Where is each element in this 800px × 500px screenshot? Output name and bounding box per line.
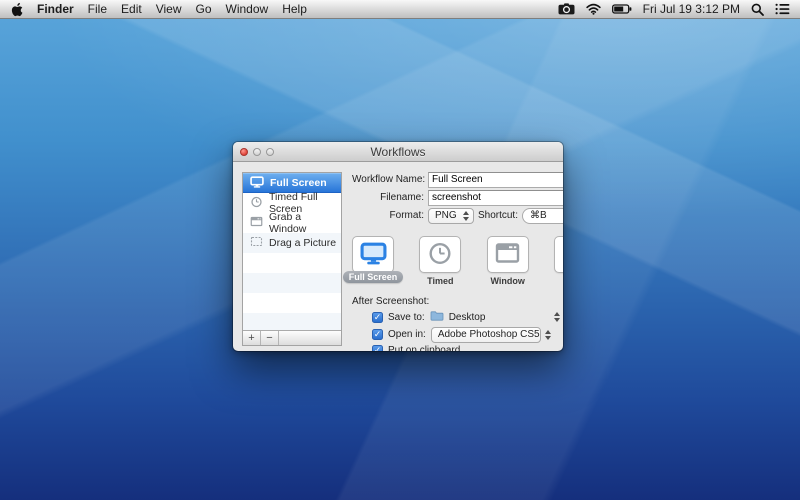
menu-finder[interactable]: Finder: [37, 2, 74, 16]
list-item-label: Grab a Window: [269, 211, 341, 235]
capture-type-drag[interactable]: Drag: [554, 236, 563, 286]
menu-edit[interactable]: Edit: [121, 2, 142, 16]
clipboard-label: Put on clipboard: [388, 345, 460, 351]
filename-row: Filename:: [352, 190, 563, 205]
save-to-label: Save to:: [388, 312, 425, 323]
menu-bar-clock[interactable]: Fri Jul 19 3:12 PM: [643, 2, 740, 16]
capture-type-label: Full Screen: [343, 271, 404, 283]
title-bar[interactable]: Workflows: [233, 142, 563, 162]
workflow-name-input[interactable]: [428, 172, 563, 188]
window-icon: [250, 216, 263, 230]
display-icon: [250, 176, 264, 191]
capture-type-window[interactable]: Window: [487, 236, 529, 286]
clock-icon: [427, 242, 453, 268]
menu-help[interactable]: Help: [282, 2, 307, 16]
remove-workflow-button[interactable]: −: [261, 331, 279, 345]
open-in-value: Adobe Photoshop CS5: [438, 329, 540, 340]
clock-icon: [250, 196, 263, 211]
list-toolbar: + −: [243, 330, 341, 345]
list-item-drag-a-picture[interactable]: Drag a Picture: [243, 233, 341, 253]
list-item-full-screen[interactable]: Full Screen: [243, 173, 341, 193]
shortcut-value: ⌘B: [530, 210, 563, 221]
spotlight-icon[interactable]: [751, 3, 764, 16]
window-title: Workflows: [233, 145, 563, 159]
format-label: Format:: [352, 210, 424, 221]
open-in-popup[interactable]: Adobe Photoshop CS5: [431, 327, 541, 343]
popup-arrows-icon: [463, 211, 469, 221]
menu-bar-status: Fri Jul 19 3:12 PM: [558, 2, 790, 16]
save-to-row: ✓ Save to: Desktop: [372, 310, 563, 324]
save-to-value: Desktop: [449, 312, 549, 323]
open-in-row: ✓ Open in: Adobe Photoshop CS5: [372, 327, 563, 342]
shortcut-label: Shortcut:: [474, 210, 518, 221]
drag-selection-icon: [250, 236, 263, 250]
after-screenshot-heading: After Screenshot:: [352, 296, 563, 307]
timed-button[interactable]: [419, 236, 461, 273]
apple-menu-icon[interactable]: [10, 2, 23, 17]
capture-type-timed[interactable]: Timed: [419, 236, 461, 286]
window-content: Full Screen Timed Full Screen: [233, 162, 563, 351]
popup-arrows-icon: [545, 330, 551, 340]
list-empty-row: [243, 273, 341, 293]
filename-label: Filename:: [352, 192, 424, 203]
workflow-detail-panel: Workflow Name: Filename:: [352, 172, 563, 346]
open-in-checkbox[interactable]: ✓: [372, 329, 383, 340]
workflow-list: Full Screen Timed Full Screen: [242, 172, 342, 346]
drag-selection-icon: [561, 242, 563, 267]
battery-icon[interactable]: [612, 4, 632, 14]
shortcut-field[interactable]: ⌘B ×: [522, 208, 563, 224]
list-item-label: Full Screen: [270, 177, 327, 189]
clipboard-row: ✓ Put on clipboard: [372, 345, 563, 351]
menu-file[interactable]: File: [88, 2, 107, 16]
menu-window[interactable]: Window: [226, 2, 269, 16]
list-empty-row: [243, 293, 341, 313]
menu-go[interactable]: Go: [196, 2, 212, 16]
full-screen-button[interactable]: [352, 236, 394, 273]
workflows-window: Workflows Full Screen: [233, 142, 563, 351]
folder-icon: [430, 310, 444, 324]
save-to-popup[interactable]: Desktop: [430, 310, 560, 324]
menu-bar: Finder File Edit View Go Window Help: [0, 0, 800, 19]
list-item-timed-full-screen[interactable]: Timed Full Screen: [243, 193, 341, 213]
desktop: Finder File Edit View Go Window Help: [0, 0, 800, 500]
window-button[interactable]: [487, 236, 529, 273]
notification-list-icon[interactable]: [775, 3, 790, 15]
popup-arrows-icon: [554, 312, 560, 322]
list-item-grab-a-window[interactable]: Grab a Window: [243, 213, 341, 233]
clipboard-checkbox[interactable]: ✓: [372, 345, 383, 351]
wifi-icon[interactable]: [586, 3, 601, 15]
capture-type-full-screen[interactable]: Full Screen: [352, 236, 394, 286]
list-empty-row: [243, 253, 341, 273]
capture-type-label: Window: [490, 276, 524, 286]
format-shortcut-row: Format: PNG Shortcut: ⌘B ×: [352, 208, 563, 223]
format-value: PNG: [435, 210, 458, 221]
window-icon: [494, 242, 521, 267]
add-workflow-button[interactable]: +: [243, 331, 261, 345]
workflow-name-label: Workflow Name:: [352, 174, 424, 185]
filename-input[interactable]: [428, 190, 563, 206]
list-empty-row: [243, 313, 341, 330]
workflow-list-rows: Full Screen Timed Full Screen: [243, 173, 341, 330]
drag-button[interactable]: [554, 236, 563, 273]
list-item-label: Drag a Picture: [269, 237, 336, 249]
menu-view[interactable]: View: [156, 2, 182, 16]
format-popup[interactable]: PNG: [428, 208, 474, 224]
workflow-name-row: Workflow Name:: [352, 172, 563, 187]
save-to-checkbox[interactable]: ✓: [372, 312, 383, 323]
capture-type-label: Timed: [427, 276, 453, 286]
capture-type-buttons: Full Screen Timed: [352, 236, 563, 286]
display-icon: [360, 242, 387, 268]
open-in-label: Open in:: [388, 329, 426, 340]
menu-bar-menus: Finder File Edit View Go Window Help: [10, 2, 307, 17]
camera-icon[interactable]: [558, 3, 575, 15]
